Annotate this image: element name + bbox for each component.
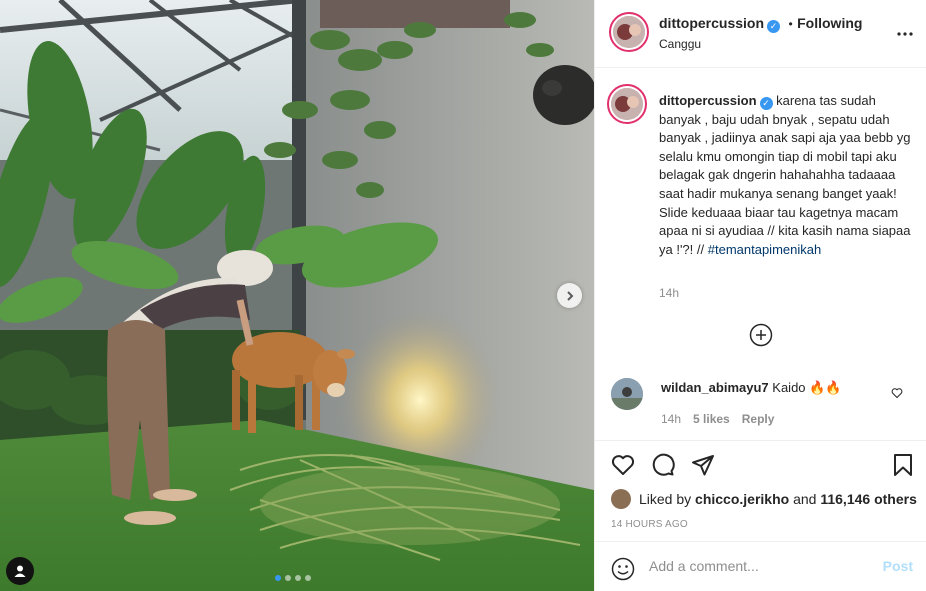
bookmark-icon: [894, 454, 912, 476]
author-username[interactable]: dittopercussion: [659, 15, 764, 31]
comment-likes[interactable]: 5 likes: [693, 412, 730, 426]
photo-scene: [0, 0, 594, 591]
commenter-username[interactable]: wildan_abimayu7: [661, 380, 769, 395]
chevron-right-icon: [566, 290, 573, 301]
share-icon: [692, 455, 714, 476]
share-button[interactable]: [691, 453, 715, 482]
comment-body: Kaido 🔥🔥: [772, 380, 842, 395]
load-more-comments-button[interactable]: [749, 323, 773, 347]
post-age[interactable]: 14 HOURS AGO: [611, 519, 688, 530]
carousel-dots: [275, 575, 311, 581]
likes-others-link[interactable]: 116,146 others: [820, 491, 917, 507]
add-comment-bar: Post: [595, 541, 926, 591]
comment-text: wildan_abimayu7 Kaido 🔥🔥: [661, 380, 842, 396]
commenter-avatar[interactable]: [611, 378, 643, 410]
likes-summary: Liked by chicco.jerikho and 116,146 othe…: [611, 489, 917, 509]
liker-avatar[interactable]: [611, 489, 631, 509]
caption-username[interactable]: dittopercussion: [659, 93, 757, 108]
carousel-dot: [305, 575, 311, 581]
carousel-dot: [295, 575, 301, 581]
heart-icon: [611, 455, 635, 475]
comment-icon: [652, 453, 675, 476]
likes-joiner: and: [793, 491, 817, 507]
post-photo[interactable]: [0, 0, 594, 591]
heart-icon: [891, 388, 903, 399]
comment-meta: 14h 5 likes Reply: [661, 412, 774, 426]
separator-dot: •: [788, 17, 793, 31]
comment-like-button[interactable]: [891, 386, 903, 404]
caption-text: dittopercussion ✓ karena tas sudah banyak…: [659, 92, 915, 259]
comment-button[interactable]: [651, 453, 675, 482]
user-tags-button[interactable]: [6, 557, 34, 585]
comment-input[interactable]: [649, 556, 869, 576]
author-avatar[interactable]: [609, 12, 649, 52]
plus-circle-icon: [749, 323, 773, 347]
more-options-button[interactable]: [897, 20, 913, 41]
post-actions: Liked by chicco.jerikho and 116,146 othe…: [595, 440, 926, 540]
following-button[interactable]: Following: [797, 15, 862, 31]
like-button[interactable]: [611, 453, 635, 482]
comment-reply-button[interactable]: Reply: [742, 412, 775, 426]
comment-timestamp[interactable]: 14h: [661, 412, 681, 426]
post-comment-button[interactable]: Post: [883, 558, 913, 574]
carousel-dot: [275, 575, 281, 581]
more-horizontal-icon: [897, 32, 913, 36]
post-side-panel: dittopercussion ✓ • Following Canggu ditt…: [594, 0, 926, 591]
emoji-button[interactable]: [611, 557, 635, 586]
comment-item: wildan_abimayu7 Kaido 🔥🔥 14h 5 likes Rep…: [611, 378, 915, 428]
post-header: dittopercussion ✓ • Following Canggu: [595, 0, 926, 68]
location-link[interactable]: Canggu: [659, 37, 701, 51]
emoji-icon: [611, 557, 635, 581]
caption-body: karena tas sudah banyak , baju udah bnya…: [659, 93, 911, 257]
carousel-next-button[interactable]: [557, 283, 582, 308]
verified-badge-icon: ✓: [767, 20, 781, 33]
caption-timestamp[interactable]: 14h: [659, 286, 679, 300]
verified-badge-icon: ✓: [759, 97, 773, 110]
likes-prefix: Liked by: [639, 491, 692, 507]
user-tag-icon: [14, 565, 26, 577]
liker-username[interactable]: chicco.jerikho: [695, 491, 789, 507]
caption-hashtag[interactable]: #temantapimenikah: [708, 242, 821, 257]
caption-avatar[interactable]: [607, 84, 647, 124]
save-button[interactable]: [891, 453, 915, 482]
carousel-dot: [285, 575, 291, 581]
